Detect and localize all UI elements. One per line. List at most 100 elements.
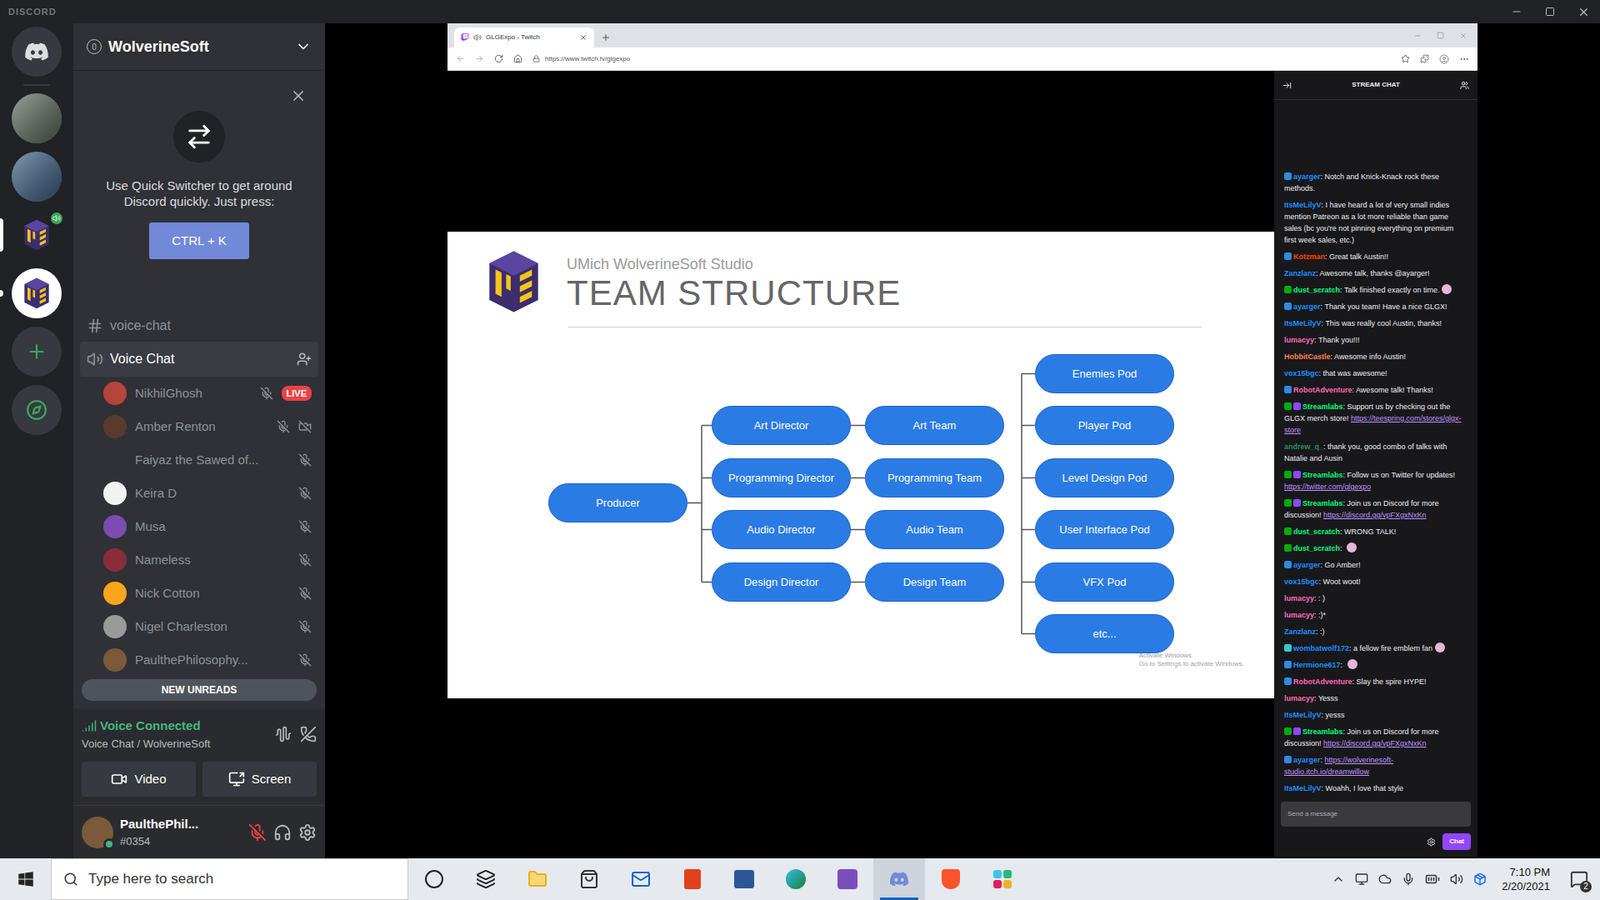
reload-icon[interactable] — [494, 54, 504, 64]
taskbar-app[interactable] — [408, 858, 460, 900]
chat-username[interactable]: vox15bgc — [1284, 369, 1320, 378]
chat-link[interactable]: https://discord.gg/vpFXgxNxKn — [1323, 739, 1427, 748]
back-icon[interactable] — [455, 54, 465, 64]
mic-icon[interactable] — [1401, 872, 1415, 886]
chat-username[interactable]: ayarger — [1293, 560, 1321, 570]
close-icon[interactable] — [290, 87, 307, 105]
chat-username[interactable]: dust_scratch — [1293, 285, 1340, 295]
voice-user[interactable]: Nameless — [73, 543, 325, 577]
notification-button[interactable]: 2 — [1565, 858, 1594, 900]
users-icon[interactable] — [1460, 80, 1470, 90]
minimize-button[interactable] — [1500, 0, 1534, 24]
chat-username[interactable]: ItsMeLilyV — [1284, 200, 1322, 210]
chat-username[interactable]: Streamlabs — [1302, 402, 1344, 411]
voice-user[interactable]: Nigel Charleston — [73, 610, 325, 644]
search-box[interactable]: Type here to search — [50, 858, 409, 900]
chat-settings-icon[interactable] — [1426, 837, 1436, 847]
home-icon[interactable] — [513, 54, 523, 64]
mic-off-icon[interactable] — [248, 823, 267, 842]
chat-username[interactable]: vox15bgc — [1284, 577, 1320, 586]
voice-user[interactable]: Faiyaz the Sawed of... — [73, 443, 325, 477]
extensions-icon[interactable] — [1420, 54, 1430, 64]
chat-username[interactable]: ItsMeLilyV — [1284, 710, 1322, 720]
invite-icon[interactable] — [296, 351, 312, 367]
user-avatar[interactable] — [81, 816, 114, 849]
taskbar-app[interactable] — [511, 858, 564, 900]
chat-username[interactable]: wombatwolf172 — [1293, 644, 1350, 653]
voice-user[interactable]: Musa — [73, 510, 325, 544]
taskbar-app[interactable] — [821, 858, 874, 900]
chat-username[interactable]: dust_scratch — [1293, 544, 1340, 553]
star-icon[interactable] — [1400, 54, 1410, 64]
chat-input[interactable]: Send a message — [1280, 801, 1471, 827]
new-tab-icon[interactable] — [600, 32, 611, 43]
clock[interactable]: 7:10 PM2/20/2021 — [1496, 865, 1555, 894]
chat-username[interactable]: Zanzlanz — [1284, 269, 1316, 278]
collapse-icon[interactable] — [1282, 80, 1292, 90]
taskbar-app[interactable] — [770, 858, 822, 900]
server-item[interactable] — [0, 26, 74, 77]
chat-username[interactable]: Kotzman — [1293, 252, 1325, 261]
chat-username[interactable]: ayarger — [1293, 302, 1321, 311]
chat-username[interactable]: Streamlabs — [1302, 499, 1344, 508]
taskbar-app[interactable] — [460, 858, 512, 900]
chat-username[interactable]: Streamlabs — [1302, 470, 1344, 480]
server-header[interactable]: 0WolverineSoft — [73, 23, 325, 71]
chat-username[interactable]: lumacyy — [1284, 610, 1315, 620]
voice-user[interactable]: Keira D — [73, 476, 325, 510]
channel-item[interactable]: Voice Chat — [80, 341, 319, 377]
chat-username[interactable]: Hermione617 — [1293, 660, 1341, 670]
battery-icon[interactable] — [1425, 871, 1440, 887]
dropbox-icon[interactable] — [1473, 872, 1487, 886]
server-item[interactable] — [0, 93, 74, 144]
taskbar-app[interactable] — [666, 858, 719, 900]
maximize-button[interactable] — [1533, 0, 1567, 24]
chat-username[interactable]: HobbitCastle — [1284, 352, 1331, 361]
server-item[interactable] — [0, 268, 74, 319]
chat-username[interactable]: RobotAdventure — [1293, 385, 1353, 395]
minimize-icon[interactable] — [1413, 31, 1422, 40]
chat-username[interactable]: RobotAdventure — [1293, 677, 1353, 686]
noise-suppression-icon[interactable] — [275, 725, 292, 743]
taskbar-app[interactable] — [563, 858, 615, 900]
chat-username[interactable]: lumacyy — [1284, 594, 1315, 603]
chat-username[interactable]: Streamlabs — [1302, 727, 1344, 736]
close-tab-icon[interactable] — [579, 33, 588, 42]
menu-icon[interactable] — [1459, 54, 1470, 65]
channel-item[interactable]: voice-chat — [80, 310, 319, 342]
cloud-icon[interactable] — [1378, 872, 1392, 886]
server-item[interactable] — [0, 151, 74, 202]
chevron-up-icon[interactable] — [1331, 872, 1345, 886]
server-item[interactable] — [0, 210, 74, 260]
chat-username[interactable]: ayarger — [1293, 172, 1321, 181]
taskbar-app[interactable] — [615, 858, 667, 900]
settings-icon[interactable] — [298, 823, 317, 842]
chat-send-button[interactable]: Chat — [1442, 833, 1471, 850]
chat-username[interactable]: Zanzlanz — [1284, 627, 1316, 636]
browser-tab[interactable]: GLGExpo - Twitch — [454, 27, 595, 48]
taskbar-app[interactable] — [873, 858, 925, 900]
shortcut-button[interactable]: CTRL + K — [149, 222, 250, 260]
chat-username[interactable]: lumacyy — [1284, 694, 1315, 703]
close-button[interactable] — [1566, 0, 1600, 24]
voice-user[interactable]: NikhilGhoshLIVE — [73, 376, 325, 410]
disconnect-icon[interactable] — [300, 725, 317, 743]
chat-username[interactable]: ItsMeLilyV — [1284, 784, 1322, 793]
close-icon[interactable] — [1459, 31, 1468, 40]
chat-username[interactable]: lumacyy — [1284, 335, 1315, 345]
voice-user[interactable]: Nick Cotton — [73, 576, 325, 610]
chat-username[interactable]: dust_scratch — [1293, 527, 1340, 536]
voice-user[interactable]: Amber Renton — [73, 410, 325, 444]
profile-icon[interactable] — [1439, 54, 1450, 65]
chat-link[interactable]: https://twitter.com/glgexpo — [1284, 482, 1371, 491]
start-button[interactable] — [0, 858, 51, 900]
volume-icon[interactable] — [1450, 872, 1464, 886]
server-item[interactable] — [0, 326, 74, 377]
chat-username[interactable]: ayarger — [1293, 755, 1321, 765]
taskbar-app[interactable] — [925, 858, 977, 900]
taskbar-app[interactable] — [976, 858, 1029, 900]
maximize-icon[interactable] — [1436, 31, 1445, 40]
chat-username[interactable]: andrew_q_ — [1284, 442, 1324, 451]
new-unreads-pill[interactable]: NEW UNREADS — [81, 679, 317, 701]
display-icon[interactable] — [1355, 872, 1369, 886]
